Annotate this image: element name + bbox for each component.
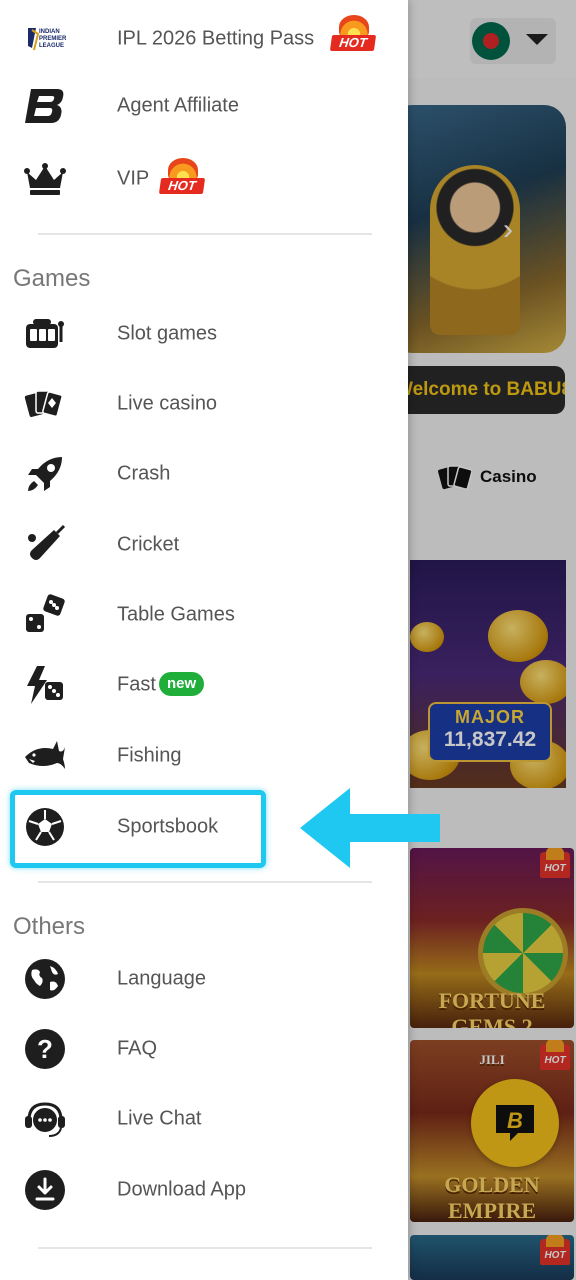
menu-item-cricket[interactable]: Cricket (0, 512, 408, 578)
menu-item-language[interactable]: Language (0, 946, 408, 1012)
section-title-games: Games (13, 265, 91, 292)
menu-item-label: Language (117, 967, 206, 990)
sportsbook-highlight-frame (10, 790, 266, 868)
question-icon: ? (22, 1026, 68, 1072)
menu-item-label: Table Games (117, 603, 235, 626)
headset-chat-icon (22, 1096, 68, 1142)
menu-item-agent-affiliate[interactable]: Agent Affiliate (0, 73, 408, 139)
menu-item-label: VIP (117, 167, 150, 190)
menu-item-crash[interactable]: Crash (0, 441, 408, 507)
menu-item-label: Agent Affiliate (117, 94, 239, 117)
globe-icon (22, 956, 68, 1002)
slot-machine-icon (22, 311, 68, 357)
b-logo-icon (22, 83, 68, 129)
cricket-bat-icon (22, 522, 68, 568)
dice-icon (22, 592, 68, 638)
side-drawer: INDIAN PREMIER LEAGUE IPL 2026 Betting P… (0, 0, 408, 1280)
section-title-others: Others (13, 913, 86, 940)
menu-item-label: Live Chat (117, 1107, 202, 1130)
rocket-icon (22, 451, 68, 497)
divider (38, 1247, 372, 1249)
svg-text:?: ? (37, 1034, 53, 1064)
playing-cards-icon (22, 381, 68, 427)
menu-item-label: Fishing (117, 744, 182, 767)
menu-item-label: Slot games (117, 322, 218, 345)
new-badge: new (159, 672, 205, 696)
lightning-dice-icon (22, 662, 68, 708)
hot-badge: HOT (158, 158, 206, 198)
menu-item-label: Download App (117, 1178, 246, 1201)
divider (38, 881, 372, 883)
menu-item-label: FAQ (117, 1037, 158, 1060)
menu-item-fast[interactable]: Fast (0, 652, 408, 718)
arrow-left-icon (300, 788, 440, 868)
ipl-logo-icon: INDIAN PREMIER LEAGUE (22, 16, 68, 62)
svg-text:LEAGUE: LEAGUE (39, 43, 64, 49)
menu-item-fishing[interactable]: Fishing (0, 723, 408, 789)
menu-item-label: Cricket (117, 533, 180, 556)
menu-item-live-casino[interactable]: Live casino (0, 371, 408, 437)
hot-badge: HOT (329, 15, 377, 55)
svg-text:INDIAN: INDIAN (39, 29, 60, 35)
divider (38, 233, 372, 235)
menu-item-label: IPL 2026 Betting Pass (117, 27, 315, 50)
menu-item-faq[interactable]: ? FAQ (0, 1016, 408, 1082)
crown-icon (22, 156, 68, 202)
menu-item-slot-games[interactable]: Slot games (0, 301, 408, 367)
shark-icon (22, 733, 68, 779)
menu-item-label: Fast (117, 673, 156, 696)
download-icon (22, 1167, 68, 1213)
menu-item-label: Crash (117, 462, 171, 485)
menu-item-table-games[interactable]: Table Games (0, 582, 408, 648)
menu-item-download-app[interactable]: Download App (0, 1157, 408, 1223)
svg-text:PREMIER: PREMIER (39, 36, 67, 42)
menu-item-label: Live casino (117, 392, 218, 415)
menu-item-live-chat[interactable]: Live Chat (0, 1086, 408, 1152)
